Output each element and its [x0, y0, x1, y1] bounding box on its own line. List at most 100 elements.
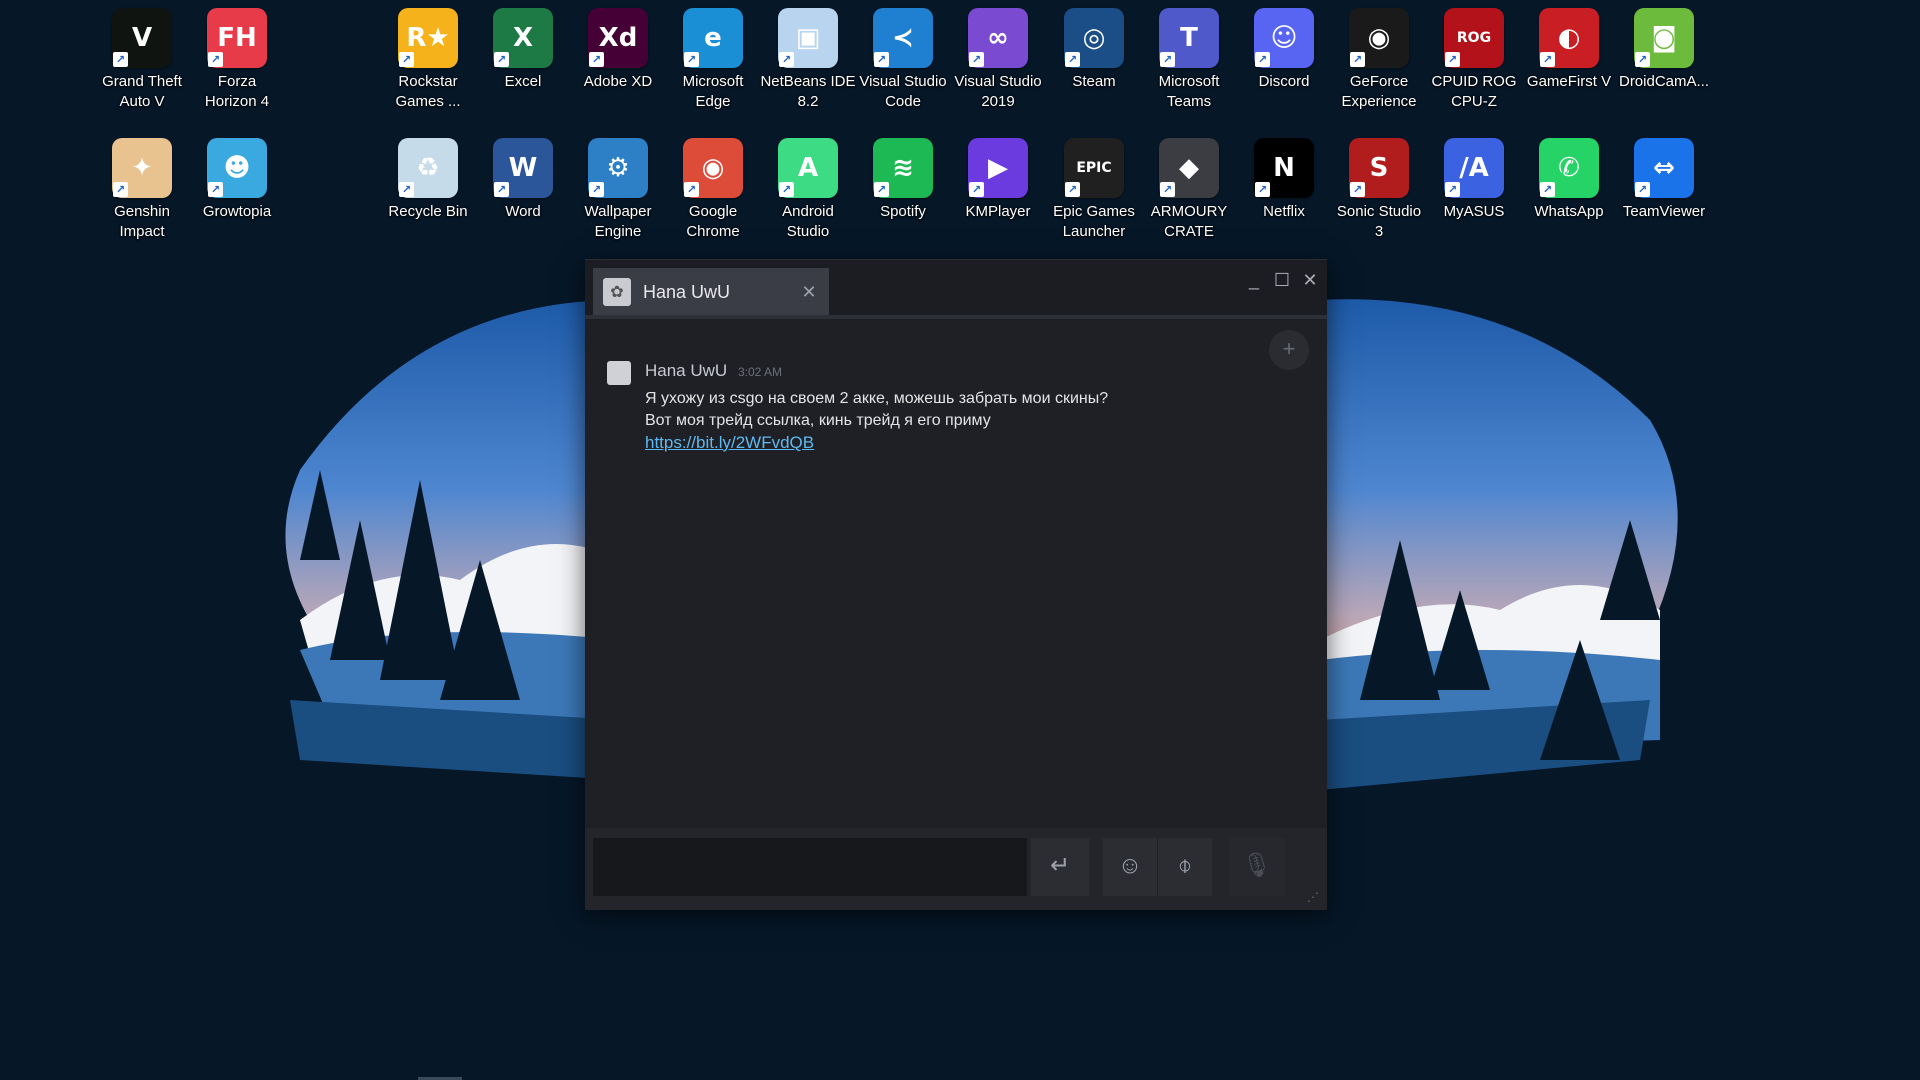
desktop-shortcut[interactable]: ⚙ ↗ Wallpaper Engine: [570, 132, 666, 254]
desktop-shortcut[interactable]: e ↗ Microsoft Edge: [665, 2, 761, 124]
desktop-shortcut[interactable]: N ↗ Netflix: [1236, 132, 1332, 254]
desktop-shortcut-label: Adobe XD: [583, 73, 653, 90]
desktop-shortcut-label: Epic Games Launcher: [1053, 203, 1135, 240]
netbeans-icon: ▣ ↗: [778, 8, 838, 68]
shortcut-arrow-icon: ↗: [969, 182, 984, 197]
desktop-shortcut[interactable]: ⇔ ↗ TeamViewer: [1616, 132, 1712, 254]
message-input[interactable]: [593, 838, 1027, 896]
edge-icon: e ↗: [683, 8, 743, 68]
shortcut-arrow-icon: ↗: [684, 182, 699, 197]
shortcut-arrow-icon: ↗: [1540, 182, 1555, 197]
shortcut-arrow-icon: ↗: [684, 52, 699, 67]
chat-title-bar[interactable]: ✿ Hana UwU ✕ _ ☐ ✕: [585, 260, 1327, 316]
shortcut-arrow-icon: ↗: [1350, 52, 1365, 67]
desktop-shortcut[interactable]: Xd ↗ Adobe XD: [570, 2, 666, 124]
resize-grip-icon[interactable]: ⋰: [1307, 890, 1321, 904]
shortcut-arrow-icon: ↗: [589, 182, 604, 197]
desktop-shortcut[interactable]: EPIC ↗ Epic Games Launcher: [1046, 132, 1142, 254]
desktop-shortcut[interactable]: FH ↗ Forza Horizon 4: [189, 2, 285, 124]
desktop-shortcut[interactable]: W ↗ Word: [475, 132, 571, 254]
teams-icon: T ↗: [1159, 8, 1219, 68]
message-area[interactable]: + Hana UwU 3:02 AM Я ухожу из csgo на св…: [585, 320, 1327, 825]
voice-icon[interactable]: 🎙: [1229, 838, 1285, 896]
droidcam-icon: ◙ ↗: [1634, 8, 1694, 68]
desktop-shortcut[interactable]: /A ↗ MyASUS: [1426, 132, 1522, 254]
desktop-shortcut[interactable]: ◉ ↗ GeForce Experience: [1331, 2, 1427, 124]
shortcut-arrow-icon: ↗: [779, 182, 794, 197]
myasus-icon: /A ↗: [1444, 138, 1504, 198]
desktop-shortcut[interactable]: ◉ ↗ Google Chrome: [665, 132, 761, 254]
message-link[interactable]: https://bit.ly/2WFvdQB: [645, 433, 814, 452]
message-timestamp: 3:02 AM: [737, 365, 782, 379]
desktop-shortcut[interactable]: ROG ↗ CPUID ROG CPU-Z: [1426, 2, 1522, 124]
desktop-shortcut[interactable]: ≺ ↗ Visual Studio Code: [855, 2, 951, 124]
desktop-shortcut-label: Google Chrome: [686, 203, 740, 240]
shortcut-arrow-icon: ↗: [1540, 52, 1555, 67]
desktop-shortcut-label: KMPlayer: [965, 203, 1031, 220]
shortcut-arrow-icon: ↗: [589, 52, 604, 67]
desktop-shortcut[interactable]: A ↗ Android Studio: [760, 132, 856, 254]
desktop-shortcut[interactable]: ◆ ↗ ARMOURY CRATE: [1141, 132, 1237, 254]
shortcut-arrow-icon: ↗: [969, 52, 984, 67]
message-avatar[interactable]: [607, 361, 631, 385]
forza-horizon-4-icon: FH ↗: [207, 8, 267, 68]
desktop-shortcut[interactable]: ♻ ↗ Recycle Bin: [380, 132, 476, 254]
desktop-shortcut[interactable]: X ↗ Excel: [475, 2, 571, 124]
send-icon[interactable]: ↵: [1031, 838, 1089, 896]
desktop-icon-grid: V ↗ Grand Theft Auto V FH ↗ Forza Horizon 4 R★…: [0, 0, 1920, 260]
cpu-z-icon: ROG ↗: [1444, 8, 1504, 68]
desktop-shortcut[interactable]: ▣ ↗ NetBeans IDE 8.2: [760, 2, 856, 124]
steam-chat-window[interactable]: ✿ Hana UwU ✕ _ ☐ ✕ + Hana UwU 3:02 AM Я …: [585, 259, 1327, 910]
desktop-shortcut[interactable]: ☻ ↗ Growtopia: [189, 132, 285, 254]
chat-tab[interactable]: ✿ Hana UwU ✕: [593, 268, 829, 316]
shortcut-arrow-icon: ↗: [113, 52, 128, 67]
desktop-shortcut[interactable]: ◙ ↗ DroidCamA...: [1616, 2, 1712, 124]
epic-games-icon: EPIC ↗: [1064, 138, 1124, 198]
desktop-shortcut[interactable]: ∞ ↗ Visual Studio 2019: [950, 2, 1046, 124]
shortcut-arrow-icon: ↗: [113, 182, 128, 197]
desktop-shortcut[interactable]: ✦ ↗ Genshin Impact: [94, 132, 190, 254]
desktop-shortcut-label: DroidCamA...: [1618, 73, 1710, 90]
excel-icon: X ↗: [493, 8, 553, 68]
message-composer: ↵ ☺ ⌽ 🎙 ⋰: [585, 828, 1327, 910]
shortcut-arrow-icon: ↗: [1445, 52, 1460, 67]
gta-v-icon: V ↗: [112, 8, 172, 68]
add-friend-icon[interactable]: +: [1269, 330, 1309, 370]
close-tab-icon[interactable]: ✕: [797, 282, 821, 303]
attach-icon[interactable]: ⌽: [1158, 838, 1212, 896]
desktop-shortcut[interactable]: ▶ ↗ KMPlayer: [950, 132, 1046, 254]
minimize-button[interactable]: _: [1241, 268, 1267, 294]
desktop-shortcut-label: Grand Theft Auto V: [102, 73, 182, 110]
genshin-impact-icon: ✦ ↗: [112, 138, 172, 198]
shortcut-arrow-icon: ↗: [1255, 52, 1270, 67]
title-divider: [585, 315, 1327, 319]
tab-friend-name: Hana UwU: [643, 281, 731, 302]
spotify-icon: ≋ ↗: [873, 138, 933, 198]
shortcut-arrow-icon: ↗: [1350, 182, 1365, 197]
shortcut-arrow-icon: ↗: [494, 52, 509, 67]
maximize-button[interactable]: ☐: [1269, 268, 1295, 294]
desktop-shortcut-label: Spotify: [880, 203, 926, 220]
desktop-shortcut[interactable]: R★ ↗ Rockstar Games ...: [380, 2, 476, 124]
desktop-shortcut-label: Word: [505, 203, 541, 220]
desktop-shortcut[interactable]: ◎ ↗ Steam: [1046, 2, 1142, 124]
desktop-shortcut-label: Microsoft Edge: [682, 73, 744, 110]
growtopia-icon: ☻ ↗: [207, 138, 267, 198]
desktop-shortcut[interactable]: T ↗ Microsoft Teams: [1141, 2, 1237, 124]
discord-icon: ☺ ↗: [1254, 8, 1314, 68]
close-window-button[interactable]: ✕: [1297, 268, 1323, 294]
desktop-shortcut-label: WhatsApp: [1534, 203, 1604, 220]
desktop-shortcut-label: Recycle Bin: [388, 203, 468, 220]
desktop-shortcut[interactable]: ✆ ↗ WhatsApp: [1521, 132, 1617, 254]
desktop-shortcut[interactable]: ◐ ↗ GameFirst V: [1521, 2, 1617, 124]
desktop-shortcut[interactable]: ≋ ↗ Spotify: [855, 132, 951, 254]
emoji-icon[interactable]: ☺: [1103, 838, 1158, 896]
desktop-shortcut[interactable]: V ↗ Grand Theft Auto V: [94, 2, 190, 124]
desktop-shortcut[interactable]: S ↗ Sonic Studio 3: [1331, 132, 1427, 254]
desktop-shortcut[interactable]: ☺ ↗ Discord: [1236, 2, 1332, 124]
armoury-crate-icon: ◆ ↗: [1159, 138, 1219, 198]
shortcut-arrow-icon: ↗: [399, 52, 414, 67]
desktop-shortcut-label: Netflix: [1263, 203, 1305, 220]
desktop-shortcut-label: Forza Horizon 4: [204, 73, 270, 110]
message-sender[interactable]: Hana UwU: [645, 361, 727, 380]
